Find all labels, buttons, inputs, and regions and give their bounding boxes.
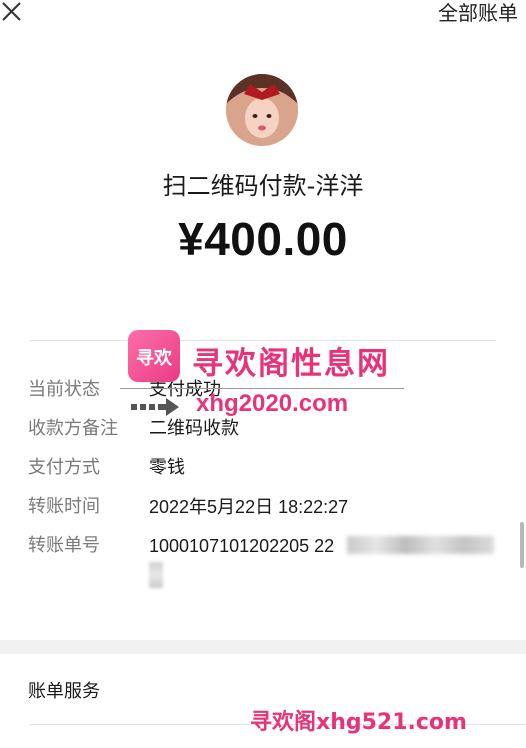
payee-title: 扫二维码付款-洋洋 xyxy=(162,172,364,200)
payee-avatar xyxy=(226,74,298,146)
all-bills-link[interactable]: 全部账单 xyxy=(438,0,518,26)
detail-row-remark: 收款方备注 二维码收款 xyxy=(28,416,498,442)
redacted-block xyxy=(149,562,163,588)
detail-label: 当前状态 xyxy=(28,379,100,400)
detail-label: 支付方式 xyxy=(28,457,100,478)
detail-value: 2022年5月22日 18:22:27 xyxy=(149,497,349,517)
transfer-id-value[interactable]: 1000107101202205 22 xyxy=(149,533,334,559)
close-icon[interactable] xyxy=(0,0,26,26)
scrollbar[interactable] xyxy=(520,522,524,568)
watermark-logo-text: 寻欢 xyxy=(136,348,172,369)
top-bar: 全部账单 xyxy=(0,0,526,30)
detail-value: 零钱 xyxy=(149,457,185,478)
payment-amount: ¥400.00 xyxy=(178,213,348,265)
detail-label: 转账单号 xyxy=(28,535,100,556)
bill-services-item[interactable]: 账单服务 xyxy=(28,680,100,704)
detail-row-method: 支付方式 零钱 xyxy=(28,455,498,481)
detail-label: 转账时间 xyxy=(28,496,100,517)
redacted-block xyxy=(347,536,494,554)
arrow-right-icon xyxy=(131,398,181,420)
watermark-logo: 寻欢 xyxy=(128,330,180,382)
strike-line xyxy=(120,388,404,389)
detail-label: 收款方备注 xyxy=(28,418,118,439)
watermark-title: 寻欢阁性息网 xyxy=(192,346,390,382)
watermark-bottom-text: 寻欢阁xhg521.com xyxy=(250,710,467,735)
detail-row-time: 转账时间 2022年5月22日 18:22:27 xyxy=(28,494,498,520)
section-divider xyxy=(0,640,526,654)
watermark-url: xhg2020.com xyxy=(196,390,349,417)
